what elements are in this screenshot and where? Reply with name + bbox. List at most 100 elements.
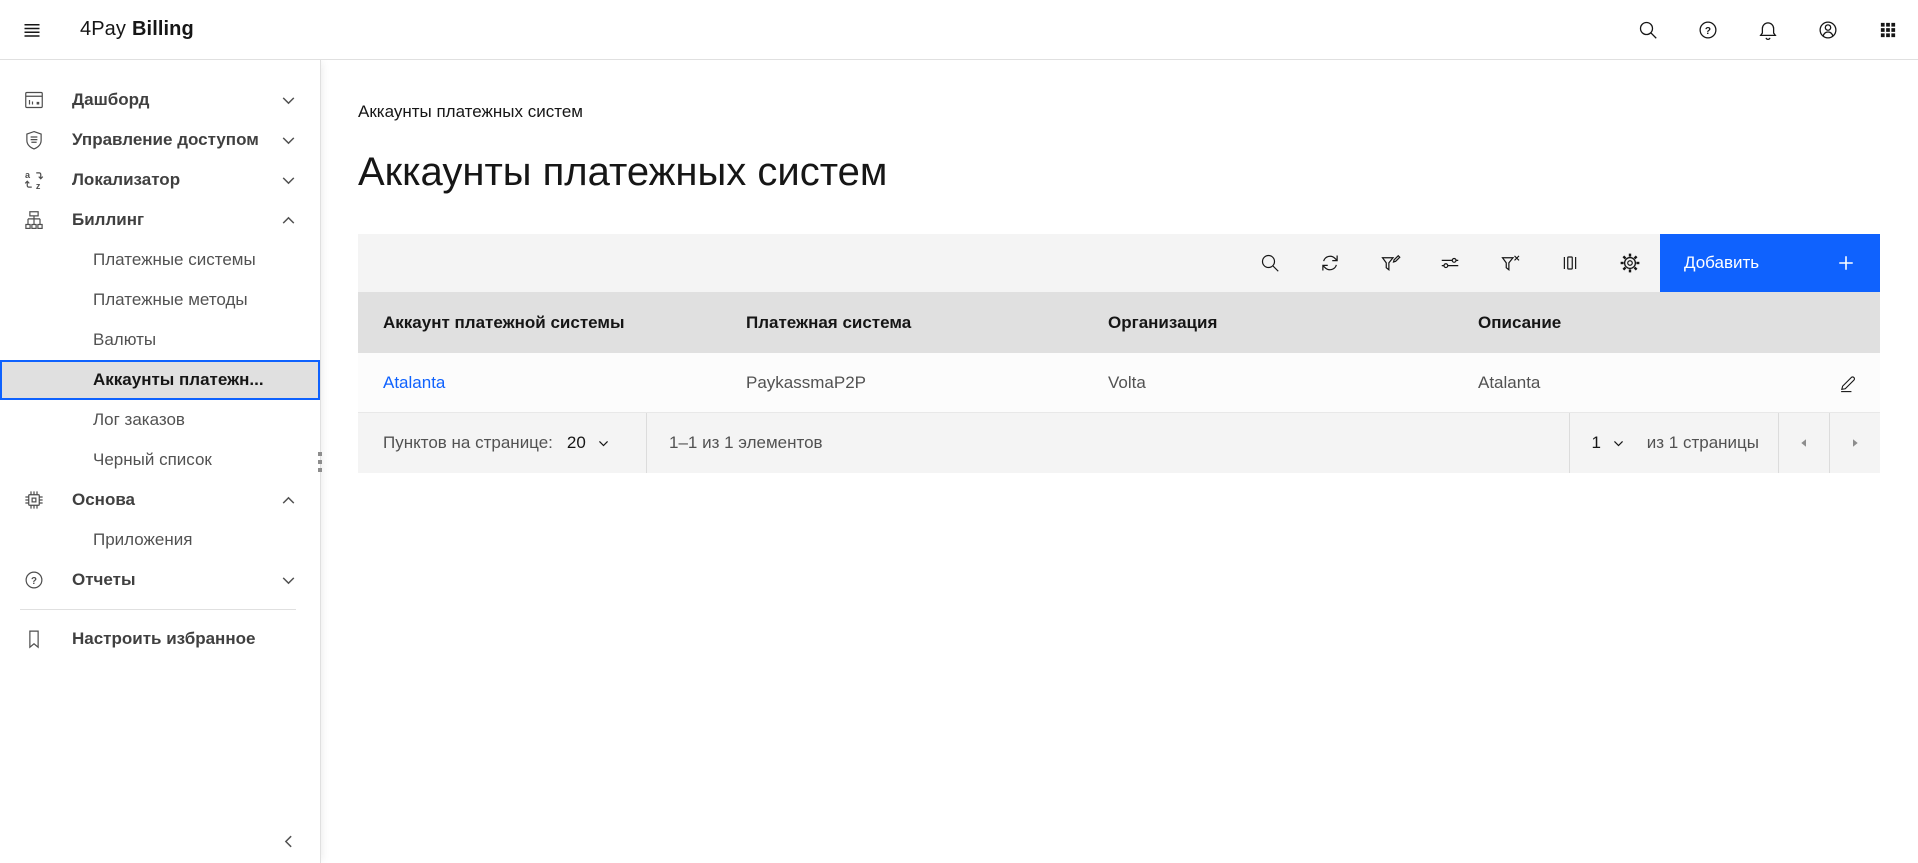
breadcrumb[interactable]: Аккаунты платежных систем (358, 102, 583, 122)
refresh-icon (1318, 251, 1342, 275)
dashboard-icon (22, 88, 46, 112)
divider (646, 413, 647, 473)
sidebar-item-access-management[interactable]: Управление доступом (0, 120, 320, 160)
settings-adjust-icon (1438, 251, 1462, 275)
page-title: Аккаунты платежных систем (358, 148, 1880, 196)
table-filter-edit-button[interactable] (1360, 234, 1420, 292)
page-number-select[interactable]: 1 (1570, 413, 1647, 473)
sidebar-item-favorites[interactable]: Настроить избранное (0, 619, 320, 659)
sidebar-item-label: Дашборд (72, 90, 280, 110)
app-title: 4Pay Billing (80, 18, 194, 41)
sidebar-item-payment-accounts[interactable]: Аккаунты платежн... (0, 360, 320, 400)
items-per-page-select[interactable]: 20 (567, 433, 610, 453)
sidebar-item-blacklist[interactable]: Черный список (0, 440, 320, 480)
chevron-down-icon (1612, 437, 1625, 450)
pagination-right: 1 из 1 страницы (1569, 413, 1880, 473)
header-actions: ? (1618, 0, 1918, 60)
help-icon: ? (1696, 18, 1720, 42)
sidebar-item-order-log[interactable]: Лог заказов (0, 400, 320, 440)
app-switcher-icon (1876, 18, 1900, 42)
help-button[interactable]: ? (1678, 0, 1738, 60)
table-search-button[interactable] (1240, 234, 1300, 292)
search-icon (1258, 251, 1282, 275)
cell-actions (1815, 359, 1880, 407)
next-page-button[interactable] (1830, 413, 1880, 473)
chevron-left-icon (280, 833, 297, 850)
filter-edit-icon (1378, 251, 1402, 275)
table-row: Atalanta PaykassmaP2P Volta Atalanta (358, 353, 1880, 413)
chevron-down-icon (280, 572, 297, 589)
sidebar-item-currencies[interactable]: Валюты (0, 320, 320, 360)
edit-pencil-icon (1837, 372, 1859, 394)
filter-remove-icon (1498, 251, 1522, 275)
previous-page-button[interactable] (1779, 413, 1829, 473)
notifications-button[interactable] (1738, 0, 1798, 60)
sidebar-resize-handle[interactable] (316, 448, 324, 476)
table-settings-button[interactable] (1600, 234, 1660, 292)
sidebar-item-billing[interactable]: Биллинг (0, 200, 320, 240)
chip-icon (22, 488, 46, 512)
menu-icon[interactable] (8, 6, 56, 54)
cell-account: Atalanta (358, 373, 721, 393)
app-root: 4Pay Billing ? (0, 0, 1918, 863)
caret-left-icon (1796, 435, 1812, 451)
reports-help-icon: ? (22, 568, 46, 592)
svg-text:?: ? (1705, 25, 1711, 36)
account-button[interactable] (1798, 0, 1858, 60)
table-refresh-button[interactable] (1300, 234, 1360, 292)
caret-right-icon (1847, 435, 1863, 451)
column-header-organization[interactable]: Организация (1083, 313, 1453, 333)
app-shell: Дашборд Управление доступом (0, 60, 1918, 863)
sidebar-item-label: Основа (72, 490, 280, 510)
table-column-button[interactable] (1540, 234, 1600, 292)
chevron-up-icon (280, 492, 297, 509)
table-pagination: Пунктов на странице: 20 1–1 из 1 элемент… (358, 413, 1880, 473)
sidebar-item-label: Настроить избранное (72, 629, 297, 649)
bell-icon (1756, 18, 1780, 42)
sidebar-item-reports[interactable]: ? Отчеты (0, 560, 320, 600)
chevron-down-icon (280, 92, 297, 109)
top-header: 4Pay Billing ? (0, 0, 1918, 60)
cell-description: Atalanta (1453, 373, 1815, 393)
search-icon (1636, 18, 1660, 42)
app-switcher-button[interactable] (1858, 0, 1918, 60)
pagination-range-text: 1–1 из 1 элементов (669, 433, 823, 453)
column-header-account[interactable]: Аккаунт платежной системы (358, 313, 721, 333)
translate-icon: a z (22, 168, 46, 192)
table-toolbar: Добавить (358, 234, 1880, 292)
chevron-down-icon (597, 437, 610, 450)
payment-accounts-table: Добавить Аккаунт платежной системы Плате… (358, 234, 1880, 473)
sidebar: Дашборд Управление доступом (0, 60, 321, 863)
table-settings-adjust-button[interactable] (1420, 234, 1480, 292)
pagination-pages-text: из 1 страницы (1647, 433, 1759, 453)
svg-text:a: a (25, 170, 31, 180)
sidebar-item-core[interactable]: Основа (0, 480, 320, 520)
cell-payment-system: PaykassmaP2P (721, 373, 1083, 393)
svg-text:z: z (36, 181, 41, 191)
gear-icon (1618, 251, 1642, 275)
table-header-row: Аккаунт платежной системы Платежная сист… (358, 292, 1880, 353)
sidebar-item-payment-systems[interactable]: Платежные системы (0, 240, 320, 280)
edit-row-button[interactable] (1824, 359, 1872, 407)
column-icon (1558, 251, 1582, 275)
column-header-description[interactable]: Описание (1453, 313, 1815, 333)
sidebar-item-applications[interactable]: Приложения (0, 520, 320, 560)
svg-text:?: ? (31, 576, 37, 587)
items-per-page-label: Пунктов на странице: (383, 433, 553, 453)
sidebar-item-label: Биллинг (72, 210, 280, 230)
sidebar-collapse-button[interactable] (268, 821, 308, 861)
chevron-down-icon (280, 132, 297, 149)
column-header-payment-system[interactable]: Платежная система (721, 313, 1083, 333)
add-button[interactable]: Добавить (1660, 234, 1880, 292)
table-filter-remove-button[interactable] (1480, 234, 1540, 292)
main-content: Аккаунты платежных систем Аккаунты плате… (321, 60, 1918, 863)
brand-prefix: 4Pay (80, 18, 126, 41)
account-link[interactable]: Atalanta (383, 373, 445, 392)
page-number-value: 1 (1592, 433, 1601, 453)
sidebar-item-dashboard[interactable]: Дашборд (0, 80, 320, 120)
sidebar-item-localizer[interactable]: a z Локализатор (0, 160, 320, 200)
chevron-up-icon (280, 212, 297, 229)
bookmark-icon (22, 627, 46, 651)
search-button[interactable] (1618, 0, 1678, 60)
sidebar-item-payment-methods[interactable]: Платежные методы (0, 280, 320, 320)
